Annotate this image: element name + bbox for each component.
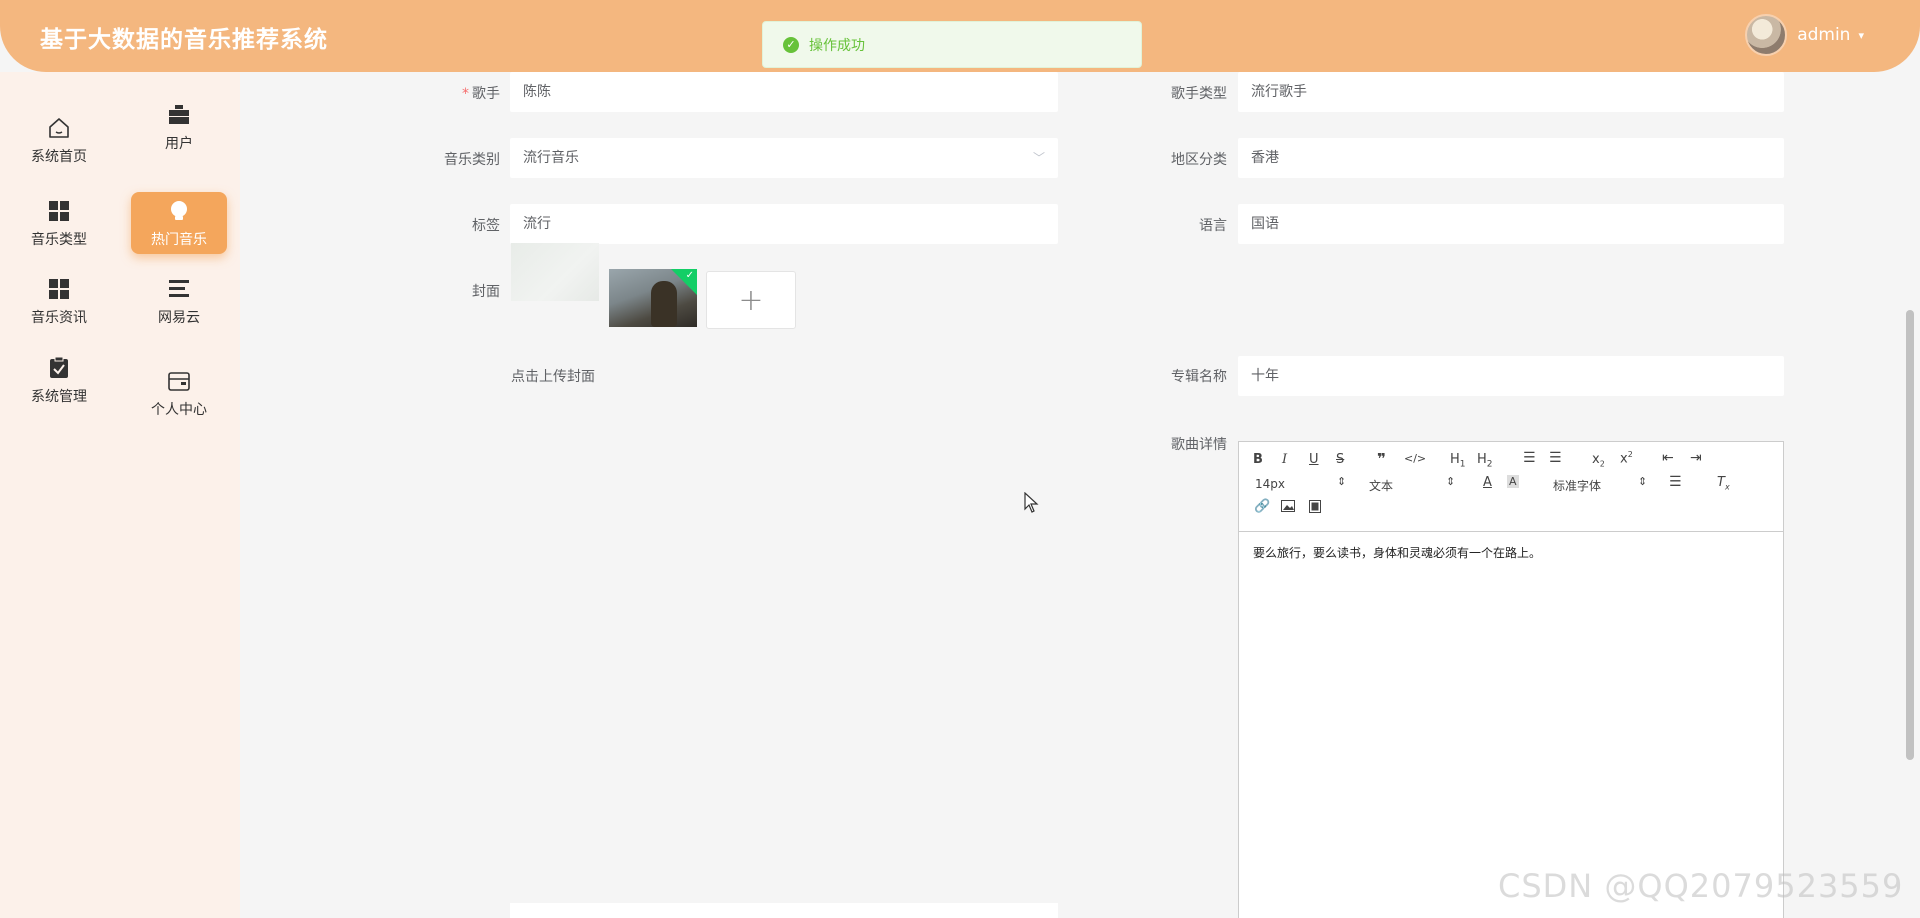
clear-format-icon[interactable]: Tx bbox=[1717, 475, 1730, 492]
music-category-select[interactable]: 流行音乐 ﹀ bbox=[510, 138, 1058, 178]
sidebar-item-system[interactable]: 系统管理 bbox=[11, 349, 107, 411]
sidebar-item-hot-music[interactable]: 热门音乐 bbox=[131, 192, 227, 254]
app-title: 基于大数据的音乐推荐系统 bbox=[40, 27, 328, 53]
sidebar-item-label: 网易云 bbox=[158, 309, 200, 326]
bullet-list-icon[interactable]: ☰ bbox=[1549, 450, 1562, 466]
watermark: CSDN @QQ2079523559 bbox=[1498, 867, 1904, 905]
rich-text-editor[interactable]: B I U S ❞ </> H1 H2 ☰ ☰ x2 x2 ⇤ ⇥ 14px ⇕… bbox=[1238, 441, 1784, 918]
image-icon[interactable] bbox=[1281, 500, 1295, 516]
block-type-arrow-icon[interactable]: ⇕ bbox=[1446, 475, 1455, 488]
ordered-list-icon[interactable]: ☰ bbox=[1523, 450, 1536, 466]
font-color-icon[interactable]: A bbox=[1483, 475, 1492, 490]
subscript-icon[interactable]: x2 bbox=[1592, 452, 1605, 469]
sidebar-item-home[interactable]: 系统首页 bbox=[11, 109, 107, 171]
bold-icon[interactable]: B bbox=[1253, 452, 1263, 467]
sidebar-item-netease[interactable]: 网易云 bbox=[131, 270, 227, 332]
sidebar-item-label: 音乐类型 bbox=[31, 231, 87, 248]
cover-thumbnail[interactable]: ✓ bbox=[609, 269, 697, 327]
background-color-icon[interactable]: A bbox=[1507, 475, 1519, 488]
font-family-arrow-icon[interactable]: ⇕ bbox=[1638, 475, 1647, 488]
sidebar-item-profile[interactable]: 个人中心 bbox=[131, 362, 227, 424]
toast-message: 操作成功 bbox=[809, 37, 865, 54]
cover-image-placeholder bbox=[511, 243, 599, 301]
align-icon[interactable]: ☰ bbox=[1669, 474, 1682, 490]
sidebar-item-label: 系统管理 bbox=[31, 388, 87, 405]
bulb-icon bbox=[166, 198, 192, 224]
sidebar-item-label: 热门音乐 bbox=[151, 231, 207, 248]
block-type-select[interactable]: 文本 bbox=[1369, 477, 1393, 494]
sidebar-item-music-types[interactable]: 音乐类型 bbox=[11, 192, 107, 254]
check-icon: ✓ bbox=[685, 270, 694, 281]
font-family-select[interactable]: 标准字体 bbox=[1553, 477, 1601, 494]
region-label: 地区分类 bbox=[1171, 152, 1227, 168]
singer-label: * 歌手 bbox=[462, 86, 500, 102]
underline-icon[interactable]: U bbox=[1309, 452, 1319, 467]
briefcase-icon bbox=[166, 102, 192, 128]
success-toast: ✓ 操作成功 bbox=[762, 21, 1142, 68]
grid-icon bbox=[46, 276, 72, 302]
list-icon bbox=[166, 276, 192, 302]
upload-hint: 点击上传封面 bbox=[511, 369, 595, 385]
sidebar: 系统首页 用户 音乐类型 热门音乐 音乐资讯 网易云 系统管理 个人中心 bbox=[0, 72, 240, 918]
italic-icon[interactable]: I bbox=[1282, 452, 1287, 467]
editor-content[interactable]: 要么旅行，要么读书，身体和灵魂必须有一个在路上。 bbox=[1239, 532, 1783, 573]
sidebar-item-label: 用户 bbox=[165, 135, 193, 152]
singer-type-label: 歌手类型 bbox=[1171, 86, 1227, 102]
grid-icon bbox=[46, 198, 72, 224]
home-icon bbox=[46, 115, 72, 141]
avatar[interactable] bbox=[1745, 14, 1788, 56]
check-circle-icon: ✓ bbox=[783, 36, 799, 53]
chevron-down-icon[interactable]: ▾ bbox=[1858, 29, 1864, 42]
bottom-field-input[interactable] bbox=[510, 903, 1058, 918]
page-scrollbar[interactable] bbox=[1906, 310, 1914, 760]
outdent-icon[interactable]: ⇤ bbox=[1662, 450, 1674, 466]
username[interactable]: admin bbox=[1797, 25, 1850, 45]
language-input[interactable]: 国语 bbox=[1238, 204, 1784, 244]
font-size-select[interactable]: 14px bbox=[1255, 477, 1285, 491]
clipboard-icon bbox=[46, 355, 72, 381]
video-icon[interactable] bbox=[1309, 500, 1321, 517]
music-category-label: 音乐类别 bbox=[444, 152, 500, 168]
singer-type-input[interactable]: 流行歌手 bbox=[1238, 72, 1784, 112]
indent-icon[interactable]: ⇥ bbox=[1690, 450, 1702, 466]
sidebar-item-label: 系统首页 bbox=[31, 148, 87, 165]
tags-input[interactable]: 流行 bbox=[510, 204, 1058, 244]
font-size-arrow-icon[interactable]: ⇕ bbox=[1337, 475, 1346, 488]
tags-label: 标签 bbox=[472, 218, 500, 234]
singer-input[interactable]: 陈陈 bbox=[510, 72, 1058, 112]
sidebar-item-label: 音乐资讯 bbox=[31, 309, 87, 326]
strike-icon[interactable]: S bbox=[1336, 452, 1344, 467]
heading2-icon[interactable]: H2 bbox=[1477, 452, 1493, 470]
details-label: 歌曲详情 bbox=[1171, 437, 1227, 453]
region-input[interactable]: 香港 bbox=[1238, 138, 1784, 178]
album-input[interactable]: 十年 bbox=[1238, 356, 1784, 396]
superscript-icon[interactable]: x2 bbox=[1620, 450, 1633, 466]
heading1-icon[interactable]: H1 bbox=[1450, 452, 1466, 470]
wallet-icon bbox=[166, 368, 192, 394]
editor-toolbar: B I U S ❞ </> H1 H2 ☰ ☰ x2 x2 ⇤ ⇥ 14px ⇕… bbox=[1239, 442, 1783, 532]
sidebar-item-users[interactable]: 用户 bbox=[131, 96, 227, 158]
quote-icon[interactable]: ❞ bbox=[1377, 450, 1386, 468]
user-menu[interactable]: admin ▾ bbox=[1745, 14, 1864, 56]
cover-label: 封面 bbox=[472, 284, 500, 300]
upload-cover-button[interactable]: + bbox=[706, 271, 796, 329]
code-icon[interactable]: </> bbox=[1404, 452, 1426, 465]
sidebar-item-music-news[interactable]: 音乐资讯 bbox=[11, 270, 107, 332]
sidebar-item-label: 个人中心 bbox=[151, 401, 207, 418]
link-icon[interactable]: 🔗 bbox=[1254, 499, 1270, 514]
chevron-down-icon[interactable]: ﹀ bbox=[1033, 139, 1045, 177]
mouse-cursor-icon bbox=[1024, 491, 1040, 518]
language-label: 语言 bbox=[1199, 218, 1227, 234]
album-label: 专辑名称 bbox=[1171, 369, 1227, 385]
